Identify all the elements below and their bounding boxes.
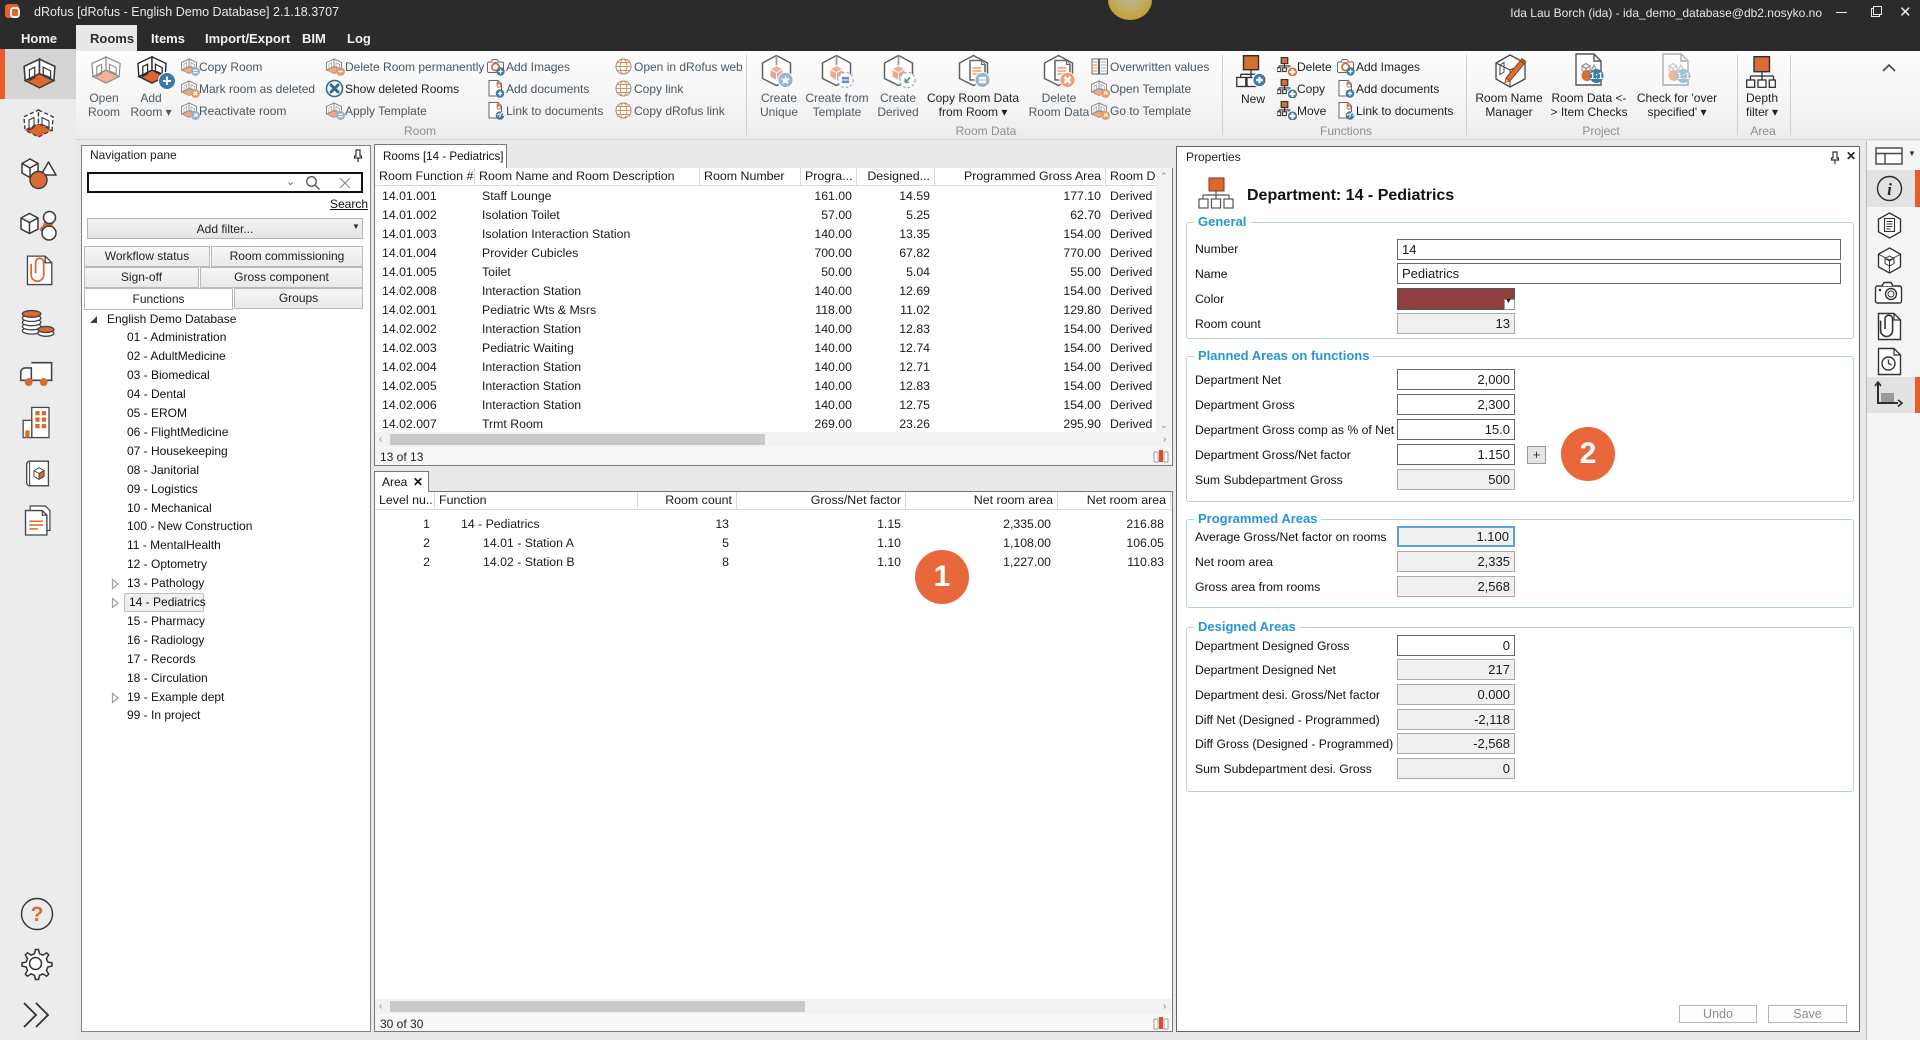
svg-text:i: i — [1887, 180, 1892, 199]
svg-text:+: + — [162, 72, 171, 90]
svg-text:?: ? — [31, 903, 44, 926]
svg-text:1:1: 1:1 — [1677, 71, 1690, 81]
svg-text:1:1: 1:1 — [1590, 71, 1603, 81]
